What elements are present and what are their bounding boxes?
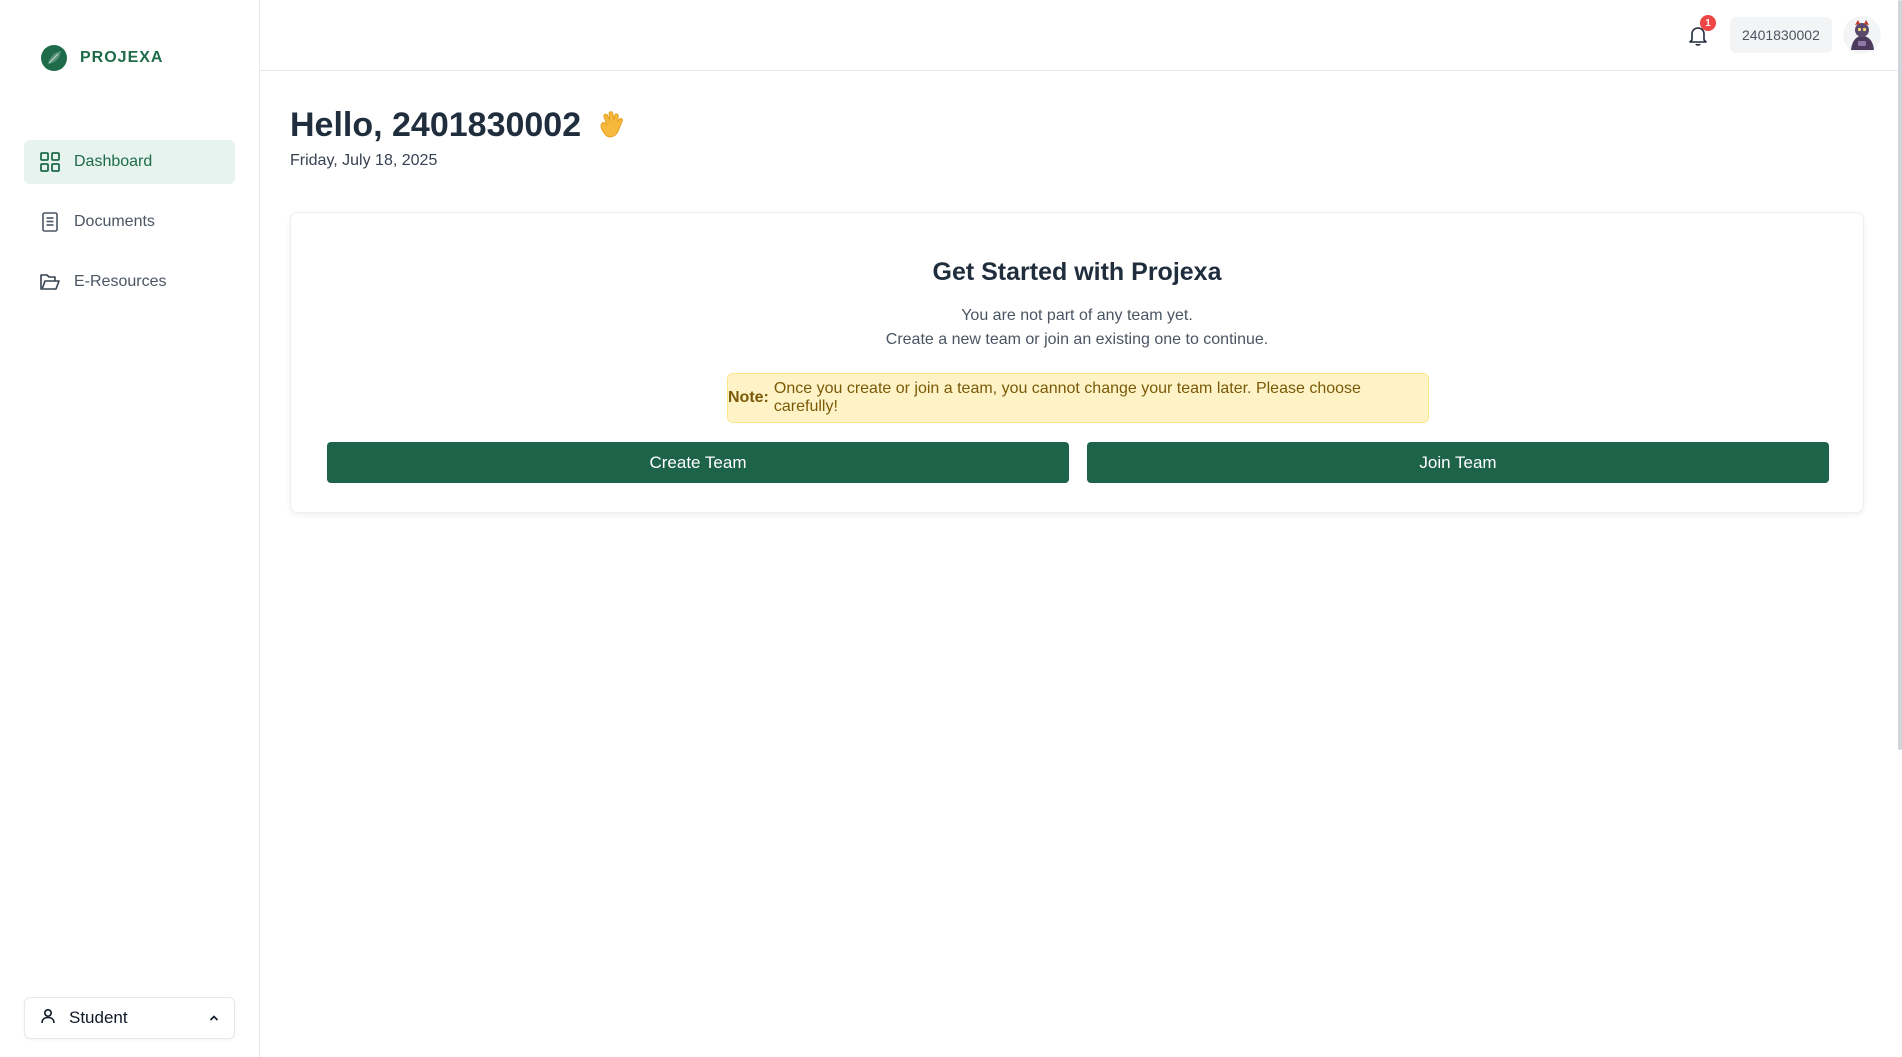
create-team-button[interactable]: Create Team xyxy=(327,442,1069,483)
get-started-card: Get Started with Projexa You are not par… xyxy=(290,212,1864,513)
page-title: Hello, 2401830002 xyxy=(290,106,582,144)
join-team-button[interactable]: Join Team xyxy=(1087,442,1829,483)
card-description-secondary: Create a new team or join an existing on… xyxy=(885,331,1269,348)
page-scrollbar[interactable] xyxy=(1898,0,1902,750)
sidebar: PROJEXA Dashboard Documents E-Resources … xyxy=(0,0,260,1057)
sidebar-nav: Dashboard Documents E-Resources xyxy=(24,140,235,320)
user-icon xyxy=(39,1007,57,1030)
sidebar-item-dashboard[interactable]: Dashboard xyxy=(24,140,235,184)
sidebar-item-label: E-Resources xyxy=(74,273,167,290)
folder-open-icon xyxy=(38,270,62,294)
note-label: Note: xyxy=(728,389,769,406)
card-description: You are not part of any team yet. xyxy=(961,307,1193,324)
sidebar-item-e-resources[interactable]: E-Resources xyxy=(24,260,235,304)
user-id-chip[interactable]: 2401830002 xyxy=(1730,17,1832,53)
note-text: Once you create or join a team, you cann… xyxy=(773,380,1361,415)
grid-icon xyxy=(38,150,62,174)
app-name: PROJEXA xyxy=(80,49,164,66)
leaf-logo-icon xyxy=(40,44,68,72)
chevron-up-icon xyxy=(208,1012,220,1024)
greeting: Hello, 2401830002 xyxy=(290,106,631,145)
role-label: Student xyxy=(69,1008,128,1027)
notification-badge: 1 xyxy=(1700,15,1716,31)
top-header: 1 2401830002 xyxy=(260,0,1902,71)
waving-hand-icon xyxy=(593,107,631,145)
app-logo[interactable]: PROJEXA xyxy=(40,44,163,72)
document-icon xyxy=(38,210,62,234)
card-title: Get Started with Projexa xyxy=(932,258,1222,286)
role-selector[interactable]: Student xyxy=(24,997,235,1039)
current-date: Friday, July 18, 2025 xyxy=(290,152,438,169)
sidebar-item-documents[interactable]: Documents xyxy=(24,200,235,244)
sidebar-item-label: Documents xyxy=(74,213,155,230)
sidebar-item-label: Dashboard xyxy=(74,153,153,170)
warning-note: Note: Once you create or join a team, yo… xyxy=(727,373,1429,423)
avatar[interactable] xyxy=(1843,16,1881,54)
